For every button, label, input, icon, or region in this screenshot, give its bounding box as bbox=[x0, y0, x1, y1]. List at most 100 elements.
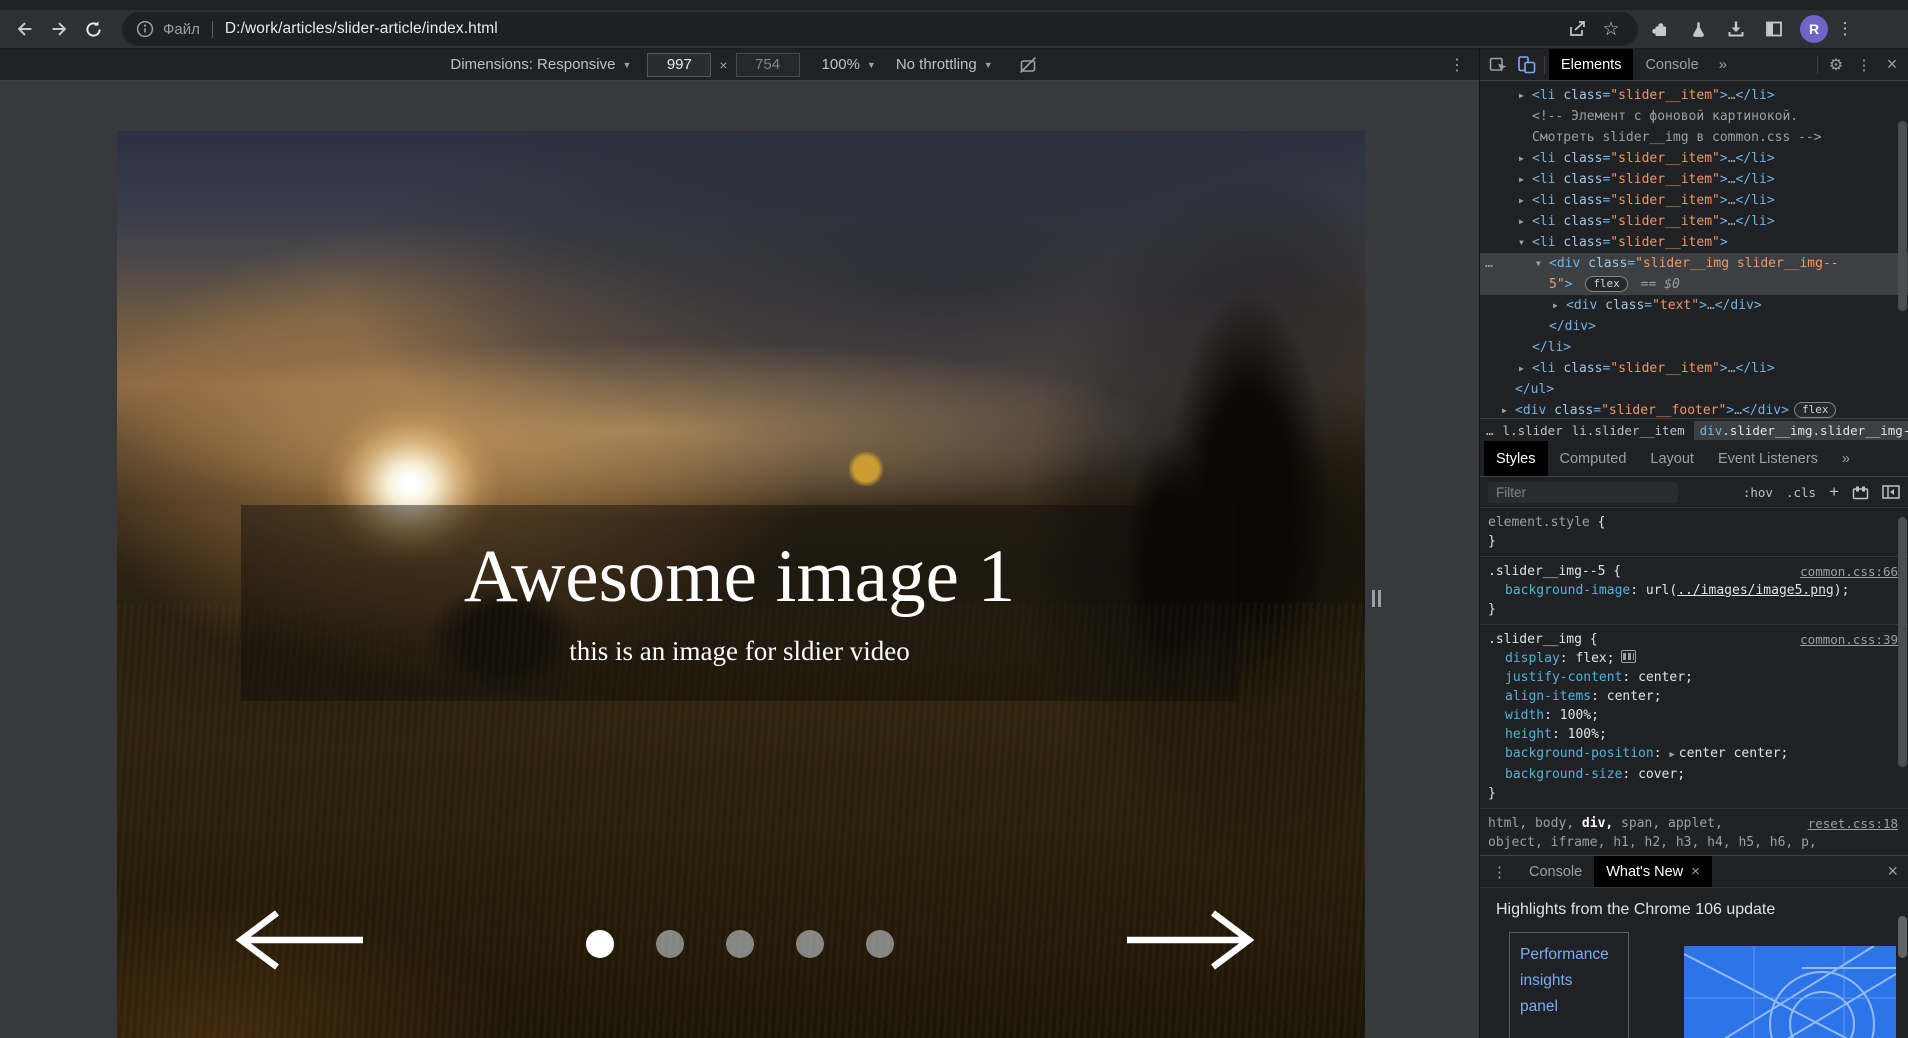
flex-badge[interactable]: flex bbox=[1585, 276, 1628, 292]
dom-tree-row[interactable]: ▶ <div class="slider__footer">…</div> flex bbox=[1480, 400, 1908, 418]
expand-arrow-icon[interactable]: ▶ bbox=[1502, 400, 1515, 418]
share-button[interactable] bbox=[1560, 14, 1594, 44]
sidebar-tab-event-listeners[interactable]: Event Listeners bbox=[1706, 441, 1830, 476]
drawer-tab-what-s-new[interactable]: What's New × bbox=[1594, 856, 1712, 887]
element-classes-button[interactable]: .cls bbox=[1786, 485, 1816, 500]
profile-avatar[interactable]: R bbox=[1800, 15, 1828, 43]
devtools-menu-button[interactable]: ⋮ bbox=[1850, 52, 1878, 78]
elements-scrollbar-thumb[interactable] bbox=[1898, 121, 1907, 311]
expand-arrow-icon[interactable]: ▶ bbox=[1519, 190, 1532, 211]
devtools-tab-console[interactable]: Console bbox=[1633, 49, 1710, 80]
expand-arrow-icon[interactable]: ▶ bbox=[1519, 211, 1532, 232]
css-property-name[interactable]: display bbox=[1505, 651, 1560, 666]
expand-arrow-icon[interactable]: ▶ bbox=[1519, 358, 1532, 379]
breadcrumb-item[interactable]: div.slider__img.slider__img--5 bbox=[1693, 420, 1908, 440]
viewport-resize-handle[interactable] bbox=[1372, 590, 1381, 607]
css-property-name[interactable]: height bbox=[1505, 727, 1552, 742]
slider-dot[interactable] bbox=[726, 930, 754, 958]
whats-new-link[interactable]: insights bbox=[1520, 968, 1618, 994]
expand-arrow-icon[interactable]: ▼ bbox=[1536, 253, 1549, 274]
sidebar-tab-computed[interactable]: Computed bbox=[1548, 441, 1639, 476]
dom-tree-row[interactable]: </li> bbox=[1480, 337, 1908, 358]
css-property-name[interactable]: background-size bbox=[1505, 767, 1622, 782]
breadcrumb-item[interactable]: l.slider bbox=[1503, 423, 1563, 438]
dom-tree-row[interactable]: ▶ <li class="slider__item">…</li> bbox=[1480, 85, 1908, 106]
downloads-button[interactable] bbox=[1720, 12, 1752, 46]
row-actions-icon[interactable]: … bbox=[1485, 253, 1493, 274]
drawer-menu-icon[interactable]: ⋮ bbox=[1492, 863, 1507, 881]
zoom-select[interactable]: 100% ▼ bbox=[822, 56, 876, 73]
styles-scrollbar-thumb[interactable] bbox=[1898, 517, 1907, 767]
settings-button[interactable]: ⚙ bbox=[1822, 52, 1850, 78]
css-declaration[interactable]: align-items: center; bbox=[1488, 687, 1898, 706]
bookmark-button[interactable]: ☆ bbox=[1594, 14, 1628, 44]
slider-dot[interactable] bbox=[866, 930, 894, 958]
css-declaration[interactable]: background-image: url(../images/image5.p… bbox=[1488, 581, 1898, 600]
close-tab-icon[interactable]: × bbox=[1691, 863, 1700, 880]
sidebar-tab-styles[interactable]: Styles bbox=[1484, 441, 1548, 476]
expand-arrow-icon[interactable]: ▶ bbox=[1519, 85, 1532, 106]
viewport-height-input[interactable]: 754 bbox=[735, 52, 800, 77]
extensions-button[interactable] bbox=[1644, 12, 1676, 46]
css-declaration[interactable]: height: 100%; bbox=[1488, 725, 1898, 744]
rotate-viewport-button[interactable] bbox=[1017, 54, 1039, 76]
css-declaration[interactable]: justify-content: center; bbox=[1488, 668, 1898, 687]
css-property-name[interactable]: align-items bbox=[1505, 689, 1591, 704]
close-drawer-button[interactable]: × bbox=[1887, 861, 1898, 882]
next-slide-arrow[interactable] bbox=[1125, 907, 1255, 973]
breadcrumb-item[interactable]: … bbox=[1486, 423, 1494, 438]
dom-tree-row[interactable]: ▶ <li class="slider__item">…</li> bbox=[1480, 358, 1908, 379]
css-declaration[interactable]: background-size: cover; bbox=[1488, 765, 1898, 784]
devtools-tab-elements[interactable]: Elements bbox=[1549, 49, 1634, 80]
css-property-name[interactable]: background-image bbox=[1505, 583, 1630, 598]
dimensions-select[interactable]: Dimensions: Responsive ▼ bbox=[450, 56, 631, 73]
dom-tree-row[interactable]: 5"> flex == $0 bbox=[1480, 274, 1908, 295]
dom-tree-row[interactable]: … ▼ <div class="slider__img slider__img-- bbox=[1480, 253, 1908, 274]
throttling-select[interactable]: No throttling ▼ bbox=[896, 56, 993, 73]
css-declaration[interactable]: background-position: ▶ center center; bbox=[1488, 744, 1898, 765]
slider-dot[interactable] bbox=[656, 930, 684, 958]
new-style-rule-button[interactable]: + bbox=[1829, 482, 1839, 502]
browser-menu-icon[interactable]: ⋮ bbox=[1836, 19, 1854, 39]
toggle-element-state-button[interactable]: :hov bbox=[1743, 485, 1773, 500]
reload-button[interactable] bbox=[76, 12, 110, 46]
prev-slide-arrow[interactable] bbox=[235, 907, 365, 973]
experiments-button[interactable] bbox=[1682, 12, 1714, 46]
forward-button[interactable] bbox=[42, 12, 76, 46]
toggle-device-toolbar-button[interactable] bbox=[1512, 52, 1540, 78]
styles-filter-input[interactable]: Filter bbox=[1488, 481, 1678, 503]
flex-editor-icon[interactable] bbox=[1620, 650, 1636, 663]
expand-arrow-icon[interactable]: ▶ bbox=[1519, 169, 1532, 190]
address-bar[interactable]: Файл D:/work/articles/slider-article/ind… bbox=[122, 12, 1638, 46]
computed-sidebar-toggle-icon[interactable] bbox=[1882, 485, 1900, 499]
close-devtools-button[interactable]: × bbox=[1878, 52, 1906, 78]
drawer-tab-console[interactable]: Console bbox=[1517, 856, 1594, 887]
expand-arrow-icon[interactable]: ▶ bbox=[1553, 295, 1566, 316]
page-info-icon[interactable] bbox=[136, 20, 154, 38]
expand-arrow-icon[interactable]: ▶ bbox=[1519, 148, 1532, 169]
css-property-name[interactable]: width bbox=[1505, 708, 1544, 723]
side-panel-button[interactable] bbox=[1758, 12, 1790, 46]
rendering-emulation-icon[interactable] bbox=[1852, 485, 1869, 500]
whats-new-card[interactable]: Performance insights panel bbox=[1509, 932, 1629, 1038]
viewport-width-input[interactable]: 997 bbox=[647, 52, 712, 77]
stylesheet-link[interactable]: common.css:39 bbox=[1800, 630, 1898, 649]
slider-dot[interactable] bbox=[586, 930, 614, 958]
more-tabs-button[interactable]: » bbox=[1719, 56, 1727, 73]
expand-arrow-icon[interactable]: ▼ bbox=[1519, 232, 1532, 253]
dom-tree-row[interactable]: ▼ <li class="slider__item"> bbox=[1480, 232, 1908, 253]
dom-tree-row[interactable]: ▶ <li class="slider__item">…</li> bbox=[1480, 169, 1908, 190]
dom-tree-row[interactable]: </ul> bbox=[1480, 379, 1908, 400]
dom-tree-row[interactable]: ▶ <div class="text">…</div> bbox=[1480, 295, 1908, 316]
css-declaration[interactable]: width: 100%; bbox=[1488, 706, 1898, 725]
device-toolbar-menu-icon[interactable]: ⋮ bbox=[1449, 55, 1465, 75]
dom-tree-row[interactable]: ▶ <li class="slider__item">…</li> bbox=[1480, 211, 1908, 232]
sidebar-tab-[interactable]: » bbox=[1830, 441, 1862, 476]
back-button[interactable] bbox=[8, 12, 42, 46]
sidebar-tab-layout[interactable]: Layout bbox=[1638, 441, 1706, 476]
whats-new-link[interactable]: panel bbox=[1520, 994, 1618, 1020]
dom-tree-row[interactable]: <!-- Элемент с фоновой картинокой. bbox=[1480, 106, 1908, 127]
css-property-name[interactable]: justify-content bbox=[1505, 670, 1622, 685]
dom-tree-row[interactable]: Смотреть slider__img в common.css --> bbox=[1480, 127, 1908, 148]
dom-tree-row[interactable]: </div> bbox=[1480, 316, 1908, 337]
